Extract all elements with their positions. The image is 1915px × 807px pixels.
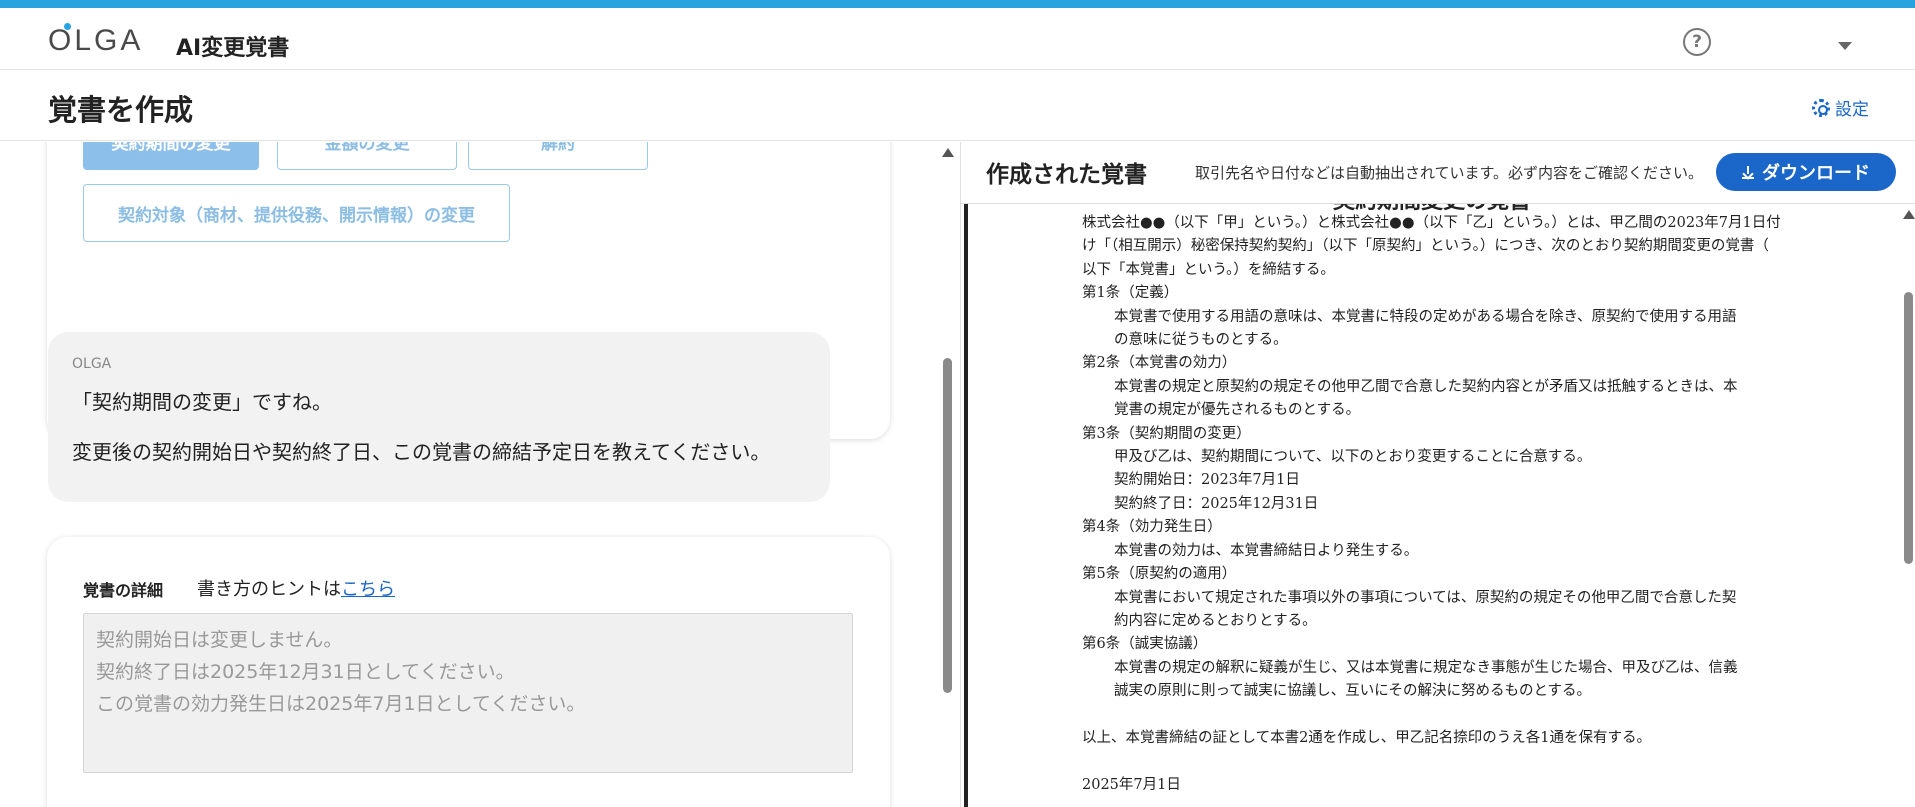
result-header: 作成された覚書 取引先名や日付などは自動抽出されています。必ず内容をご確認くださ… xyxy=(961,142,1915,204)
placeholder-line: 契約開始日は変更しません。 xyxy=(96,629,343,651)
article-heading: 第6条（誠実協議） xyxy=(1082,636,1208,653)
placeholder-line: 契約終了日は2025年12月31日としてください。 xyxy=(96,661,515,683)
message-line-1: 「契約期間の変更」ですね。 xyxy=(72,390,332,414)
chat-scroll-up-arrow-icon[interactable] xyxy=(942,148,954,157)
doc-date: 2025年7月1日 xyxy=(1082,776,1181,793)
article-heading: 第1条（定義） xyxy=(1082,285,1179,302)
download-label: ダウンロード xyxy=(1762,163,1870,184)
account-menu-caret-icon[interactable] xyxy=(1838,42,1852,50)
option-amount-change-button[interactable]: 金額の変更 xyxy=(277,142,457,170)
download-button[interactable]: ダウンロード xyxy=(1716,153,1896,191)
document-preview[interactable]: 契約期間変更の覚書 株式会社●●（以下「甲」という。）と株式会社●●（以下「乙」… xyxy=(964,204,1898,807)
article-line: 覚書の規定が優先されるものとする。 xyxy=(1114,402,1361,419)
article-line: 甲及び乙は、契約期間について、以下のとおり変更することに合意する。 xyxy=(1114,449,1592,466)
article-heading: 第4条（効力発生日） xyxy=(1082,519,1222,536)
app-title: AI変更覚書 xyxy=(176,36,290,61)
article-line: 誠実の原則に則って誠実に協議し、互いにその解決に努めるものとする。 xyxy=(1114,683,1592,700)
article-line: 本覚書で使用する用語の意味は、本覚書に特段の定めがある場合を除き、原契約で使用す… xyxy=(1114,308,1737,325)
settings-link[interactable]: 設定 xyxy=(1812,95,1869,120)
details-textarea[interactable]: 契約開始日は変更しません。 契約終了日は2025年12月31日としてください。 … xyxy=(83,613,853,773)
page-subheader: 覚書を作成 設定 xyxy=(0,71,1915,141)
article-heading: 第2条（本覚書の効力） xyxy=(1082,355,1237,372)
download-icon xyxy=(1742,166,1754,179)
memorandum-document: 契約期間変更の覚書 株式会社●●（以下「甲」という。）と株式会社●●（以下「乙」… xyxy=(1082,204,1782,797)
details-label: 覚書の詳細 xyxy=(83,581,164,600)
article-line: 本覚書の規定と原契約の規定その他甲乙間で合意した契約内容とが矛盾又は抵触するとき… xyxy=(1114,378,1738,395)
logo-text: OLGA xyxy=(48,24,144,57)
olga-logo[interactable]: OLGA xyxy=(48,23,144,57)
top-accent-stripe xyxy=(0,0,1915,8)
article-heading: 第3条（契約期間の変更） xyxy=(1082,425,1251,442)
article-line: の意味に従うものとする。 xyxy=(1114,332,1288,349)
document-title: 契約期間変更の覚書 xyxy=(1082,204,1782,213)
hint-prefix: 書き方のヒントは xyxy=(197,579,341,600)
gear-icon xyxy=(1812,98,1830,117)
writing-hint: 書き方のヒントはこちら xyxy=(197,575,395,601)
document-scrollbar-thumb[interactable] xyxy=(1904,292,1913,564)
page-title: 覚書を作成 xyxy=(48,93,194,127)
placeholder-line: この覚書の効力発生日は2025年7月1日としてください。 xyxy=(96,693,586,715)
result-note: 取引先名や日付などは自動抽出されています。必ず内容をご確認ください。 xyxy=(1195,164,1704,182)
article-heading: 第5条（原契約の適用） xyxy=(1082,566,1237,583)
document-scroll-up-arrow-icon[interactable] xyxy=(1903,210,1915,219)
settings-label: 設定 xyxy=(1835,100,1869,120)
result-pane: 作成された覚書 取引先名や日付などは自動抽出されています。必ず内容をご確認くださ… xyxy=(960,142,1915,807)
article-line: 本覚書の効力は、本覚書締結日より発生する。 xyxy=(1114,542,1419,559)
doc-closing: 以上、本覚書締結の証として本書2通を作成し、甲乙記名捺印のうえ各1通を保有する。 xyxy=(1082,729,1652,746)
message-sender: OLGA xyxy=(72,356,112,372)
logo-dot xyxy=(64,23,71,30)
assistant-message: OLGA 「契約期間の変更」ですね。 変更後の契約開始日や契約終了日、この覚書の… xyxy=(48,332,830,502)
article-line: 約内容に定めるとおりとする。 xyxy=(1114,612,1317,629)
article-line: 本覚書において規定された事項以外の事項については、原契約の規定その他甲乙間で合意… xyxy=(1114,589,1737,606)
doc-intro-line: け「（相互開示）秘密保持契約契約」（以下「原契約」という。）につき、次のとおり契… xyxy=(1082,238,1769,255)
article-line: 契約開始日：2023年7月1日 xyxy=(1114,472,1300,489)
option-termination-button[interactable]: 解約 xyxy=(468,142,648,170)
details-card: 覚書の詳細 書き方のヒントはこちら 契約開始日は変更しません。 契約終了日は20… xyxy=(47,537,890,807)
option-subject-change-button[interactable]: 契約対象（商材、提供役務、開示情報）の変更 xyxy=(83,184,510,242)
doc-intro-line: 以下「本覚書」という。）を締結する。 xyxy=(1082,261,1335,278)
chat-scrollbar-thumb[interactable] xyxy=(943,358,952,693)
chat-pane: 契約期間の変更 金額の変更 解約 契約対象（商材、提供役務、開示情報）の変更 O… xyxy=(0,142,940,807)
article-line: 本覚書の規定の解釈に疑義が生じ、又は本覚書に規定なき事態が生じた場合、甲及び乙は… xyxy=(1114,659,1738,676)
app-header: OLGA AI変更覚書 ? xyxy=(0,8,1915,70)
message-line-2: 変更後の契約開始日や契約終了日、この覚書の締結予定日を教えてください。 xyxy=(72,440,771,464)
doc-intro-line: 株式会社●●（以下「甲」という。）と株式会社●●（以下「乙」という。）とは、甲乙… xyxy=(1082,215,1781,231)
doc-spacer xyxy=(1082,750,1782,773)
option-term-change-button[interactable]: 契約期間の変更 xyxy=(83,142,259,170)
result-title: 作成された覚書 xyxy=(986,162,1147,188)
article-line: 契約終了日：2025年12月31日 xyxy=(1114,495,1319,512)
hint-link[interactable]: こちら xyxy=(341,579,395,600)
help-icon[interactable]: ? xyxy=(1683,28,1711,56)
doc-spacer xyxy=(1082,704,1782,727)
